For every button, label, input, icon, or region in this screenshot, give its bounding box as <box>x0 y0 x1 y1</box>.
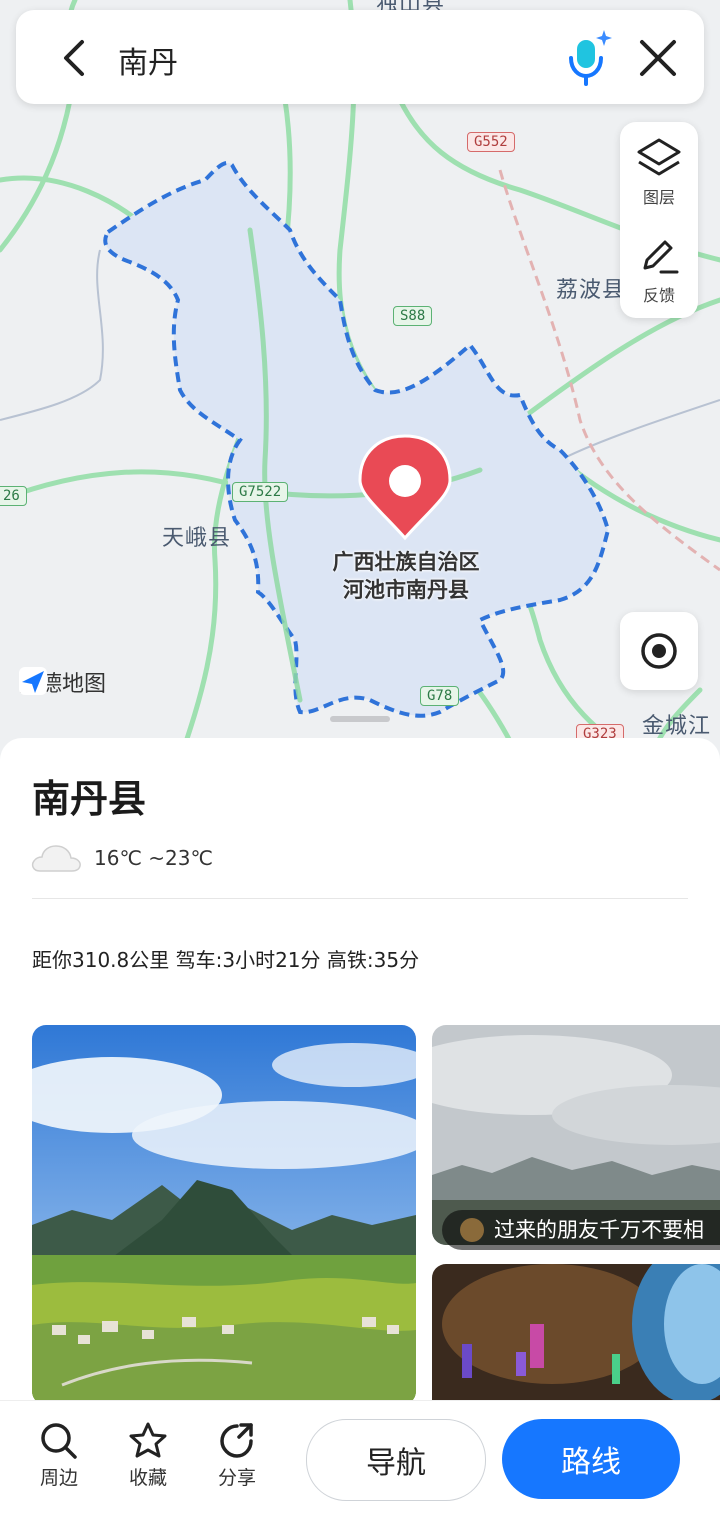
feedback-label: 反馈 <box>642 286 675 305</box>
road-badge-s88: S88 <box>393 306 433 326</box>
distance-info: 距你310.8公里 驾车:3小时21分 高铁:35分 <box>32 948 420 972</box>
cloud-icon <box>31 845 81 872</box>
place-detail-sheet: 南丹县 16℃ ~23℃ 距你310.8公里 驾车:3小时21分 高铁:35分 <box>0 738 720 1514</box>
photo-caption-text: 过来的朋友千万不要相 <box>494 1218 704 1242</box>
nearby-label: 周边 <box>39 1467 78 1489</box>
temperature-range: 16℃ ~23℃ <box>94 846 213 870</box>
weather-row: 16℃ ~23℃ <box>30 838 213 878</box>
map-side-tools: 图层 反馈 <box>620 122 698 318</box>
favorite-label: 收藏 <box>128 1467 167 1489</box>
search-bar[interactable]: 南丹 <box>16 10 704 104</box>
map-canvas <box>0 0 720 760</box>
locate-target-icon <box>641 633 677 669</box>
pin-label-province: 广西壮族自治区 <box>332 550 480 574</box>
locate-button[interactable] <box>620 612 698 690</box>
amap-logo-icon <box>19 667 47 695</box>
landscape-image <box>32 1025 416 1405</box>
voice-mic-icon[interactable] <box>564 30 614 86</box>
layers-button[interactable]: 图层 <box>620 136 698 208</box>
map-logo: 高德地图 <box>18 666 106 698</box>
map-view[interactable]: 天峨县 荔波县 金城江 独山县 G552 S88 G7522 G78 G323 … <box>0 0 720 760</box>
route-button[interactable]: 路线 <box>502 1419 680 1499</box>
caption-avatar <box>460 1218 484 1242</box>
divider <box>32 898 688 899</box>
place-photo-main[interactable] <box>32 1025 416 1405</box>
place-title: 南丹县 <box>32 777 147 821</box>
close-icon[interactable] <box>636 36 680 80</box>
favorite-button[interactable]: 收藏 <box>113 1421 183 1490</box>
map-label-jincheng: 金城江 <box>642 714 712 739</box>
share-button[interactable]: 分享 <box>202 1421 272 1490</box>
search-query[interactable]: 南丹 <box>118 38 178 82</box>
bottom-action-bar: 周边 收藏 分享 导航 路线 <box>0 1400 720 1515</box>
star-icon <box>129 1422 167 1458</box>
back-arrow-icon[interactable] <box>54 36 98 80</box>
road-badge-edge: 26 <box>0 486 27 506</box>
feedback-button[interactable]: 反馈 <box>620 234 698 306</box>
edit-pencil-icon <box>643 240 679 274</box>
sheet-drag-handle[interactable] <box>330 716 390 722</box>
nearby-button[interactable]: 周边 <box>24 1421 94 1490</box>
photo-caption[interactable]: 过来的朋友千万不要相 <box>442 1210 720 1250</box>
share-icon <box>220 1423 253 1458</box>
map-label-tiane: 天峨县 <box>162 526 232 551</box>
road-badge-g7522: G7522 <box>232 482 289 502</box>
road-badge-g78: G78 <box>420 686 460 706</box>
search-icon <box>41 1423 77 1459</box>
share-label: 分享 <box>217 1467 256 1489</box>
layers-label: 图层 <box>642 188 675 207</box>
pin-label-county: 河池市南丹县 <box>343 578 469 602</box>
map-label-libo: 荔波县 <box>556 278 626 303</box>
layers-icon <box>637 138 681 176</box>
pin-label: 广西壮族自治区 河池市南丹县 <box>290 548 522 604</box>
navigate-button[interactable]: 导航 <box>306 1419 486 1501</box>
switch-toast: 已切换至南丹县 <box>250 816 433 846</box>
road-badge-g552: G552 <box>467 132 515 152</box>
